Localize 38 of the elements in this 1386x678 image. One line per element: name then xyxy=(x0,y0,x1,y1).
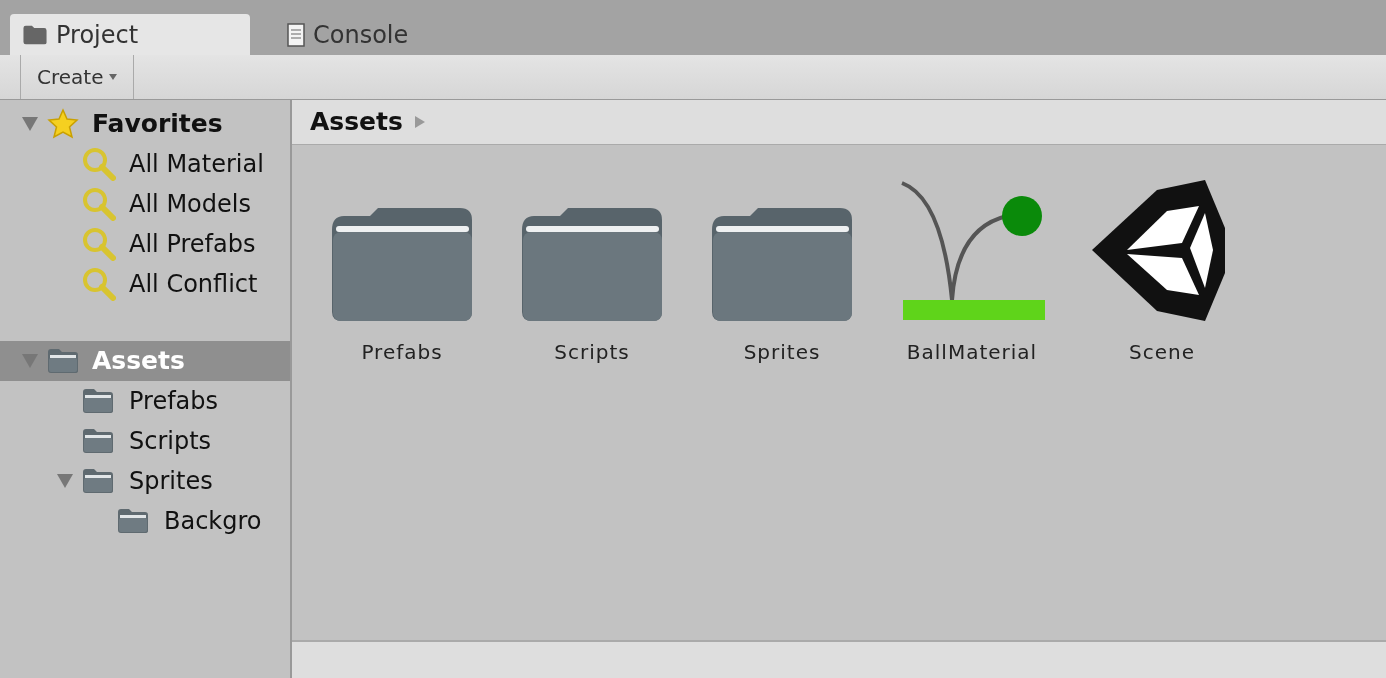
caret-icon xyxy=(109,74,118,80)
tab[interactable]: Console xyxy=(275,14,421,55)
search-icon xyxy=(82,147,116,181)
folder-icon xyxy=(82,388,114,414)
tree-item[interactable]: All Conflict xyxy=(0,264,290,304)
search-icon xyxy=(82,187,116,221)
tree-item[interactable]: Scripts xyxy=(0,421,290,461)
tree-item[interactable]: Sprites xyxy=(0,461,290,501)
asset-tile[interactable]: Sprites xyxy=(707,173,857,367)
tab[interactable]: Project xyxy=(10,14,250,55)
folder-icon xyxy=(709,208,855,323)
asset-tile[interactable]: Scene xyxy=(1087,173,1237,367)
folder-icon xyxy=(82,428,114,454)
folder-icon xyxy=(22,24,48,45)
star-icon xyxy=(47,108,79,140)
folder-icon xyxy=(519,208,665,323)
collapse-arrow-icon[interactable] xyxy=(20,353,39,369)
breadcrumb-item[interactable]: Assets xyxy=(310,103,403,141)
chevron-icon xyxy=(414,116,425,128)
tree-item[interactable]: All Material xyxy=(0,144,290,184)
search-icon xyxy=(82,267,116,301)
create-dropdown[interactable]: Create xyxy=(20,55,135,99)
document-icon xyxy=(287,22,305,47)
folder-icon xyxy=(82,468,114,494)
tree-item[interactable]: All Models xyxy=(0,184,290,224)
asset-tile[interactable]: Prefabs xyxy=(327,173,477,367)
folder-icon xyxy=(329,208,475,323)
asset-tile[interactable]: BallMaterial xyxy=(897,173,1047,367)
collapse-arrow-icon[interactable] xyxy=(55,473,74,489)
tree-item[interactable]: Prefabs xyxy=(0,381,290,421)
tree-item[interactable]: All Prefabs xyxy=(0,224,290,264)
tree-item[interactable]: Backgro xyxy=(0,501,290,541)
collapse-arrow-icon[interactable] xyxy=(20,116,39,132)
folder-icon xyxy=(117,508,149,534)
tree-item[interactable]: Favorites xyxy=(0,104,290,144)
folder-icon xyxy=(47,348,79,374)
search-icon xyxy=(82,227,116,261)
asset-tile[interactable]: Scripts xyxy=(517,173,667,367)
